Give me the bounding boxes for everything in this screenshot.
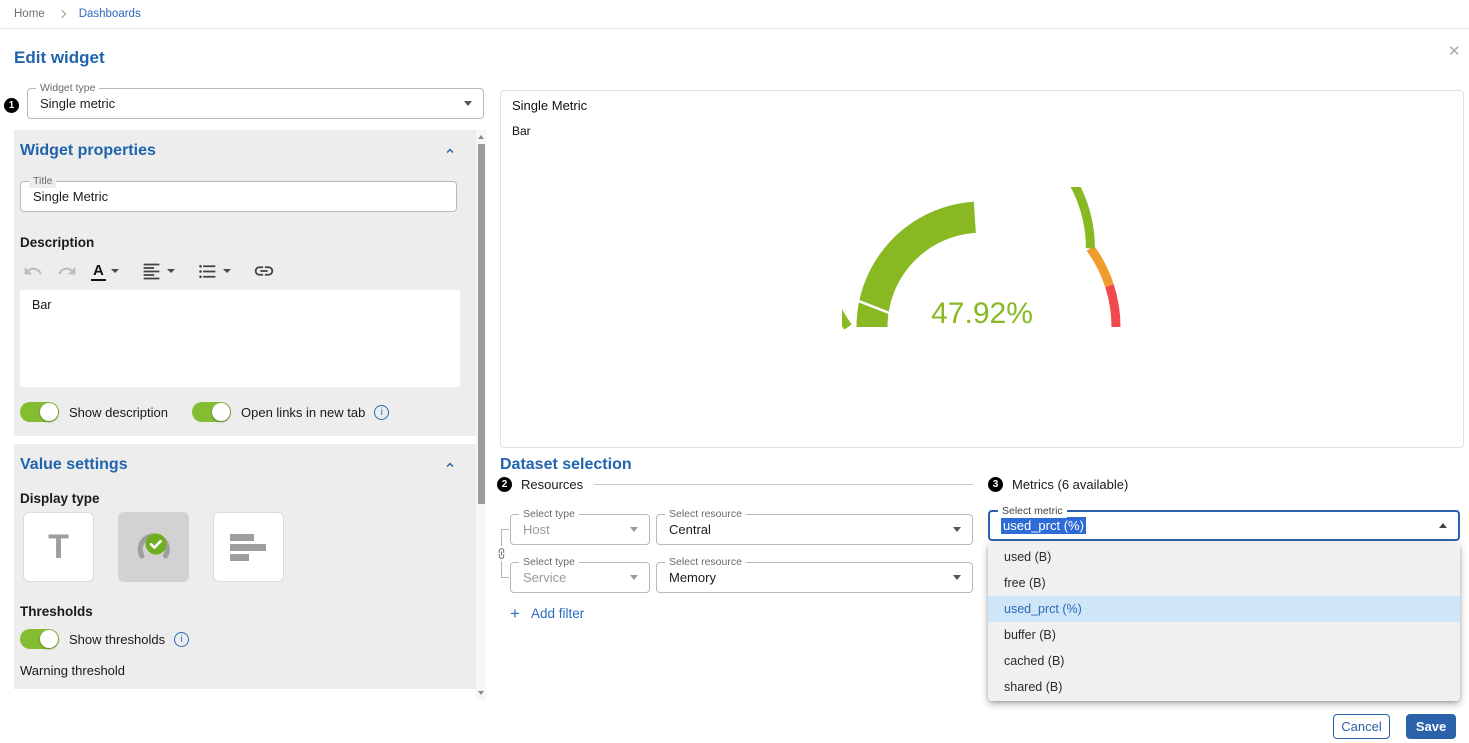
menu-item[interactable]: cached (B) [988, 648, 1460, 674]
page-title: Edit widget [14, 48, 105, 68]
step-3-badge: 3 [988, 477, 1003, 492]
show-thresholds-label: Show thresholds [69, 632, 165, 647]
collapse-chevron-icon[interactable] [443, 458, 457, 472]
widget-properties-card: Widget properties Title Single Metric De… [14, 130, 477, 436]
display-type-bar-button[interactable] [213, 512, 284, 582]
title-input[interactable]: Title Single Metric [20, 181, 457, 212]
plus-icon: + [510, 605, 520, 622]
preview-title: Single Metric [512, 98, 587, 113]
widget-type-label: Widget type [36, 82, 99, 95]
chevron-up-icon [1439, 523, 1447, 528]
scrollbar-thumb[interactable] [478, 144, 485, 504]
display-type-label: Display type [20, 491, 457, 506]
select-resource-central[interactable]: Select resource Central [656, 514, 973, 545]
menu-item[interactable]: used (B) [988, 544, 1460, 570]
menu-item[interactable]: buffer (B) [988, 622, 1460, 648]
text-display-icon: T [48, 530, 69, 564]
resource-row: Select type Service Select resource Memo… [510, 562, 973, 593]
select-resource-memory[interactable]: Select resource Memory [656, 562, 973, 593]
link-icon [253, 260, 275, 282]
gauge-chart: 47.92% [842, 187, 1122, 335]
chevron-right-icon [57, 10, 65, 18]
metric-select-value: used_prct (%) [1001, 517, 1086, 534]
step-2-badge: 2 [497, 477, 512, 492]
collapse-chevron-icon[interactable] [443, 144, 457, 158]
chevron-down-icon [953, 527, 961, 532]
select-type-host[interactable]: Select type Host [510, 514, 650, 545]
gauge-value: 47.92% [931, 297, 1033, 330]
thresholds-label: Thresholds [20, 604, 457, 619]
gauge-display-icon [132, 527, 176, 567]
widget-preview: Single Metric Bar 47.92% [500, 90, 1464, 448]
value-settings-heading: Value settings [20, 456, 128, 474]
description-editor[interactable]: Bar [20, 290, 460, 387]
list-button[interactable] [197, 261, 231, 282]
widget-type-value: Single metric [40, 96, 115, 111]
resources-label: Resources [521, 477, 583, 492]
breadcrumb: Home Dashboards [0, 0, 1469, 29]
description-label: Description [20, 235, 457, 250]
chevron-down-icon [630, 575, 638, 580]
add-filter-button[interactable]: + Add filter [510, 605, 973, 622]
title-input-label: Title [29, 175, 56, 188]
save-button[interactable]: Save [1406, 714, 1456, 739]
title-input-value: Single Metric [33, 189, 108, 204]
menu-item[interactable]: shared (B) [988, 674, 1460, 700]
bullet-list-icon [197, 261, 218, 282]
metric-dropdown-menu: used (B) free (B) used_prct (%) buffer (… [988, 543, 1460, 701]
menu-item[interactable]: free (B) [988, 570, 1460, 596]
chevron-down-icon [630, 527, 638, 532]
chevron-down-icon [953, 575, 961, 580]
breadcrumb-dashboards[interactable]: Dashboards [79, 8, 141, 20]
divider [594, 484, 973, 485]
metric-select-input[interactable]: Select metric used_prct (%) [988, 510, 1460, 541]
text-color-icon: A [91, 262, 106, 281]
close-icon[interactable]: ✕ [1448, 42, 1461, 60]
info-icon[interactable]: i [374, 405, 389, 420]
select-type-service[interactable]: Select type Service [510, 562, 650, 593]
description-text: Bar [32, 298, 51, 312]
display-type-text-button[interactable]: T [23, 512, 94, 582]
align-button[interactable] [141, 261, 175, 282]
scrollbar[interactable] [476, 130, 486, 700]
chevron-down-icon [223, 269, 231, 273]
align-left-icon [141, 261, 162, 282]
chevron-down-icon [167, 269, 175, 273]
show-description-label: Show description [69, 405, 168, 420]
scroll-up-icon[interactable] [478, 135, 484, 139]
settings-panel: Widget properties Title Single Metric De… [14, 130, 486, 700]
show-thresholds-toggle[interactable] [20, 629, 59, 649]
step-1-badge: 1 [4, 98, 19, 113]
chevron-down-icon [464, 101, 472, 106]
resource-link-bracket [497, 514, 510, 593]
dataset-selection-heading: Dataset selection [500, 456, 632, 474]
link-button[interactable] [253, 260, 275, 282]
open-links-label: Open links in new tab [241, 405, 365, 420]
open-links-toggle[interactable] [192, 402, 231, 422]
undo-icon[interactable] [23, 261, 43, 281]
redo-icon[interactable] [57, 261, 77, 281]
breadcrumb-home[interactable]: Home [14, 8, 45, 20]
bar-display-icon [230, 534, 268, 561]
preview-description: Bar [512, 124, 531, 138]
resources-section: 2 Resources Select type Host [497, 477, 973, 622]
info-icon[interactable]: i [174, 632, 189, 647]
resource-row: Select type Host Select resource Central [510, 514, 973, 545]
cancel-button[interactable]: Cancel [1333, 714, 1390, 739]
value-settings-card: Value settings Display type T [14, 444, 477, 689]
metrics-section: 3 Metrics (6 available) Select metric us… [988, 477, 1460, 541]
scroll-down-icon[interactable] [478, 691, 484, 695]
menu-item[interactable]: used_prct (%) [988, 596, 1460, 622]
widget-properties-heading: Widget properties [20, 142, 156, 160]
text-color-button[interactable]: A [91, 262, 119, 281]
metrics-label: Metrics (6 available) [1012, 477, 1128, 492]
chevron-down-icon [111, 269, 119, 273]
richtext-toolbar: A [23, 259, 457, 283]
widget-type-select[interactable]: Widget type Single metric [27, 88, 484, 119]
display-type-gauge-button[interactable] [118, 512, 189, 582]
show-description-toggle[interactable] [20, 402, 59, 422]
chain-link-icon [495, 546, 508, 561]
warning-threshold-label: Warning threshold [20, 663, 457, 678]
